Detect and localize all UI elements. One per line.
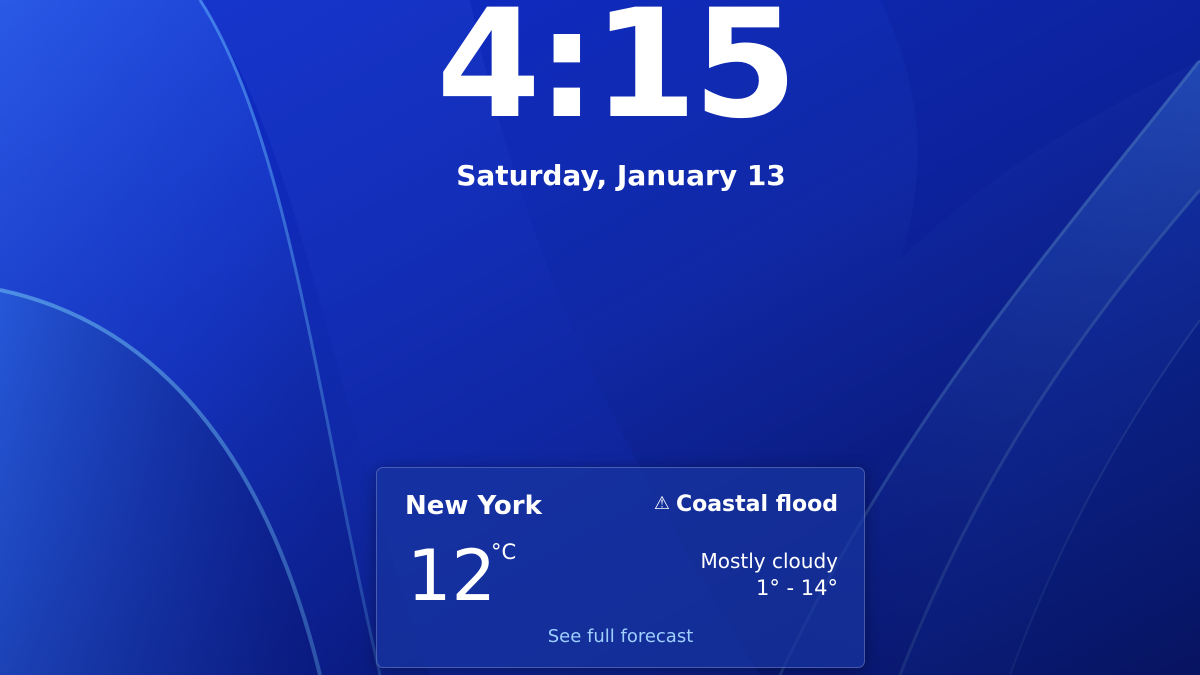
weather-alert-text: Coastal flood xyxy=(675,492,838,517)
weather-alert[interactable]: ⚠ Coastal flood xyxy=(654,489,838,520)
weather-temperature: 12 xyxy=(407,535,497,617)
lock-date: Saturday, January 13 xyxy=(456,159,786,192)
weather-condition: Mostly cloudy xyxy=(700,549,839,573)
warning-icon: ⚠ xyxy=(653,493,670,514)
weather-temp-range: 1° - 14° xyxy=(755,576,838,600)
lock-screen: 4:15 Saturday, January 13 New York ⚠ Coas… xyxy=(0,0,1200,675)
weather-unit: °C xyxy=(491,540,517,564)
see-full-forecast-link[interactable]: See full forecast xyxy=(377,625,864,649)
weather-widget[interactable]: New York ⚠ Coastal flood 12 °C Mostly clo… xyxy=(376,467,865,668)
weather-city: New York xyxy=(405,491,542,521)
lock-clock: 4:15 xyxy=(436,0,797,152)
